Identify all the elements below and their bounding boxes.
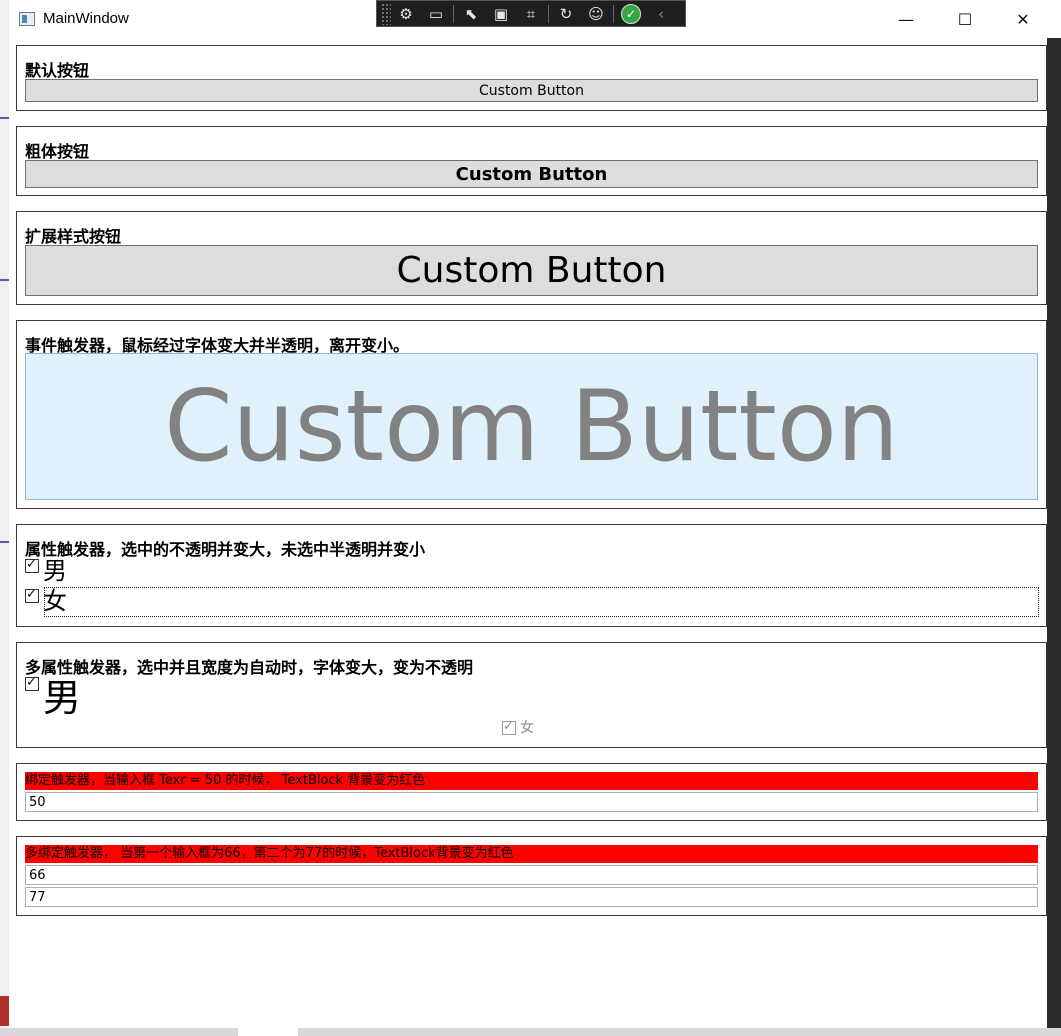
panel-title: 扩展样式按钮 [25, 227, 122, 246]
desktop-edge-right [1047, 38, 1061, 1028]
minimize-icon: — [898, 9, 914, 29]
panel-title: 属性触发器，选中的不透明并变大，未选中半透明并变小 [25, 540, 426, 559]
video-icon[interactable]: ▭ [421, 2, 451, 26]
close-button[interactable]: ✕ [994, 0, 1052, 38]
focus-rectangle [44, 587, 1039, 617]
frame-icon[interactable]: ▣ [486, 2, 516, 26]
second-input[interactable] [25, 887, 1038, 907]
accessibility-icon[interactable]: ☺ [581, 2, 611, 26]
event-trigger-custom-button[interactable]: Custom Button [25, 353, 1038, 500]
app-window-icon [19, 12, 35, 26]
minimize-button[interactable]: — [877, 0, 935, 38]
data-trigger-textblock: 绑定触发器，当输入框 Texr = 50 的时候， TextBlock 背景变为… [25, 772, 1038, 790]
event-trigger-panel: 事件触发器，鼠标经过字体变大并半透明，离开变小。 Custom Button [16, 320, 1047, 509]
check-ok-icon[interactable]: ✓ [616, 2, 646, 26]
checkbox-box[interactable] [25, 557, 39, 573]
tracker-icon[interactable]: ⌗ [516, 2, 546, 26]
close-icon: ✕ [1016, 9, 1030, 29]
default-custom-button[interactable]: Custom Button [25, 79, 1038, 102]
xaml-debug-toolbar[interactable]: ⚙ ▭ ⬉ ▣ ⌗ ↻ ☺ ✓ ‹ [376, 0, 686, 27]
desktop-edge-left [0, 0, 9, 1036]
multi-property-trigger-panel: 多属性触发器，选中并且宽度为自动时，字体变大，变为不透明 男 女 [16, 642, 1047, 748]
checkbox-male[interactable]: 男 [25, 557, 67, 585]
checkbox-female[interactable]: 女 [25, 587, 67, 615]
checkbox-box[interactable] [502, 719, 516, 735]
panel-title: 默认按钮 [25, 61, 90, 80]
select-element-icon[interactable]: ⚙ [391, 2, 421, 26]
checkbox-box[interactable] [25, 675, 39, 691]
extended-style-button-panel: 扩展样式按钮 Custom Button [16, 211, 1047, 305]
checkbox-female[interactable]: 女 [502, 719, 534, 736]
checkbox-label: 男 [43, 557, 67, 585]
checkbox-box[interactable] [25, 587, 39, 603]
property-trigger-panel: 属性触发器，选中的不透明并变大，未选中半透明并变小 男 女 [16, 524, 1047, 627]
pointer-select-icon[interactable]: ⬉ [456, 2, 486, 26]
panel-title: 粗体按钮 [25, 142, 90, 161]
bold-button-panel: 粗体按钮 Custom Button [16, 126, 1047, 196]
bold-custom-button[interactable]: Custom Button [25, 160, 1038, 188]
default-button-panel: 默认按钮 Custom Button [16, 45, 1047, 111]
collapse-icon[interactable]: ‹ [646, 2, 676, 26]
toolbar-grip-icon[interactable] [381, 2, 391, 25]
panel-title: 多属性触发器，选中并且宽度为自动时，字体变大，变为不透明 [25, 658, 474, 677]
extended-custom-button[interactable]: Custom Button [25, 245, 1038, 296]
checkbox-label: 男 [43, 676, 82, 720]
desktop-taskbar-strip [0, 1028, 1061, 1036]
first-input[interactable] [25, 865, 1038, 885]
data-trigger-panel: 绑定触发器，当输入框 Texr = 50 的时候， TextBlock 背景变为… [16, 763, 1047, 821]
multi-data-trigger-textblock: 多绑定触发器， 当第一个输入框为66，第二个为77的时候，TextBlock背景… [25, 845, 1038, 863]
checkbox-label: 女 [520, 720, 534, 736]
multi-data-trigger-panel: 多绑定触发器， 当第一个输入框为66，第二个为77的时候，TextBlock背景… [16, 836, 1047, 916]
window-title: MainWindow [43, 10, 129, 27]
data-trigger-input[interactable] [25, 792, 1038, 812]
maximize-button[interactable]: ☐ [936, 0, 994, 38]
hot-reload-icon[interactable]: ↻ [551, 2, 581, 26]
checkbox-label: 女 [43, 587, 67, 615]
maximize-icon: ☐ [957, 9, 973, 29]
checkbox-male[interactable]: 男 [25, 675, 82, 720]
